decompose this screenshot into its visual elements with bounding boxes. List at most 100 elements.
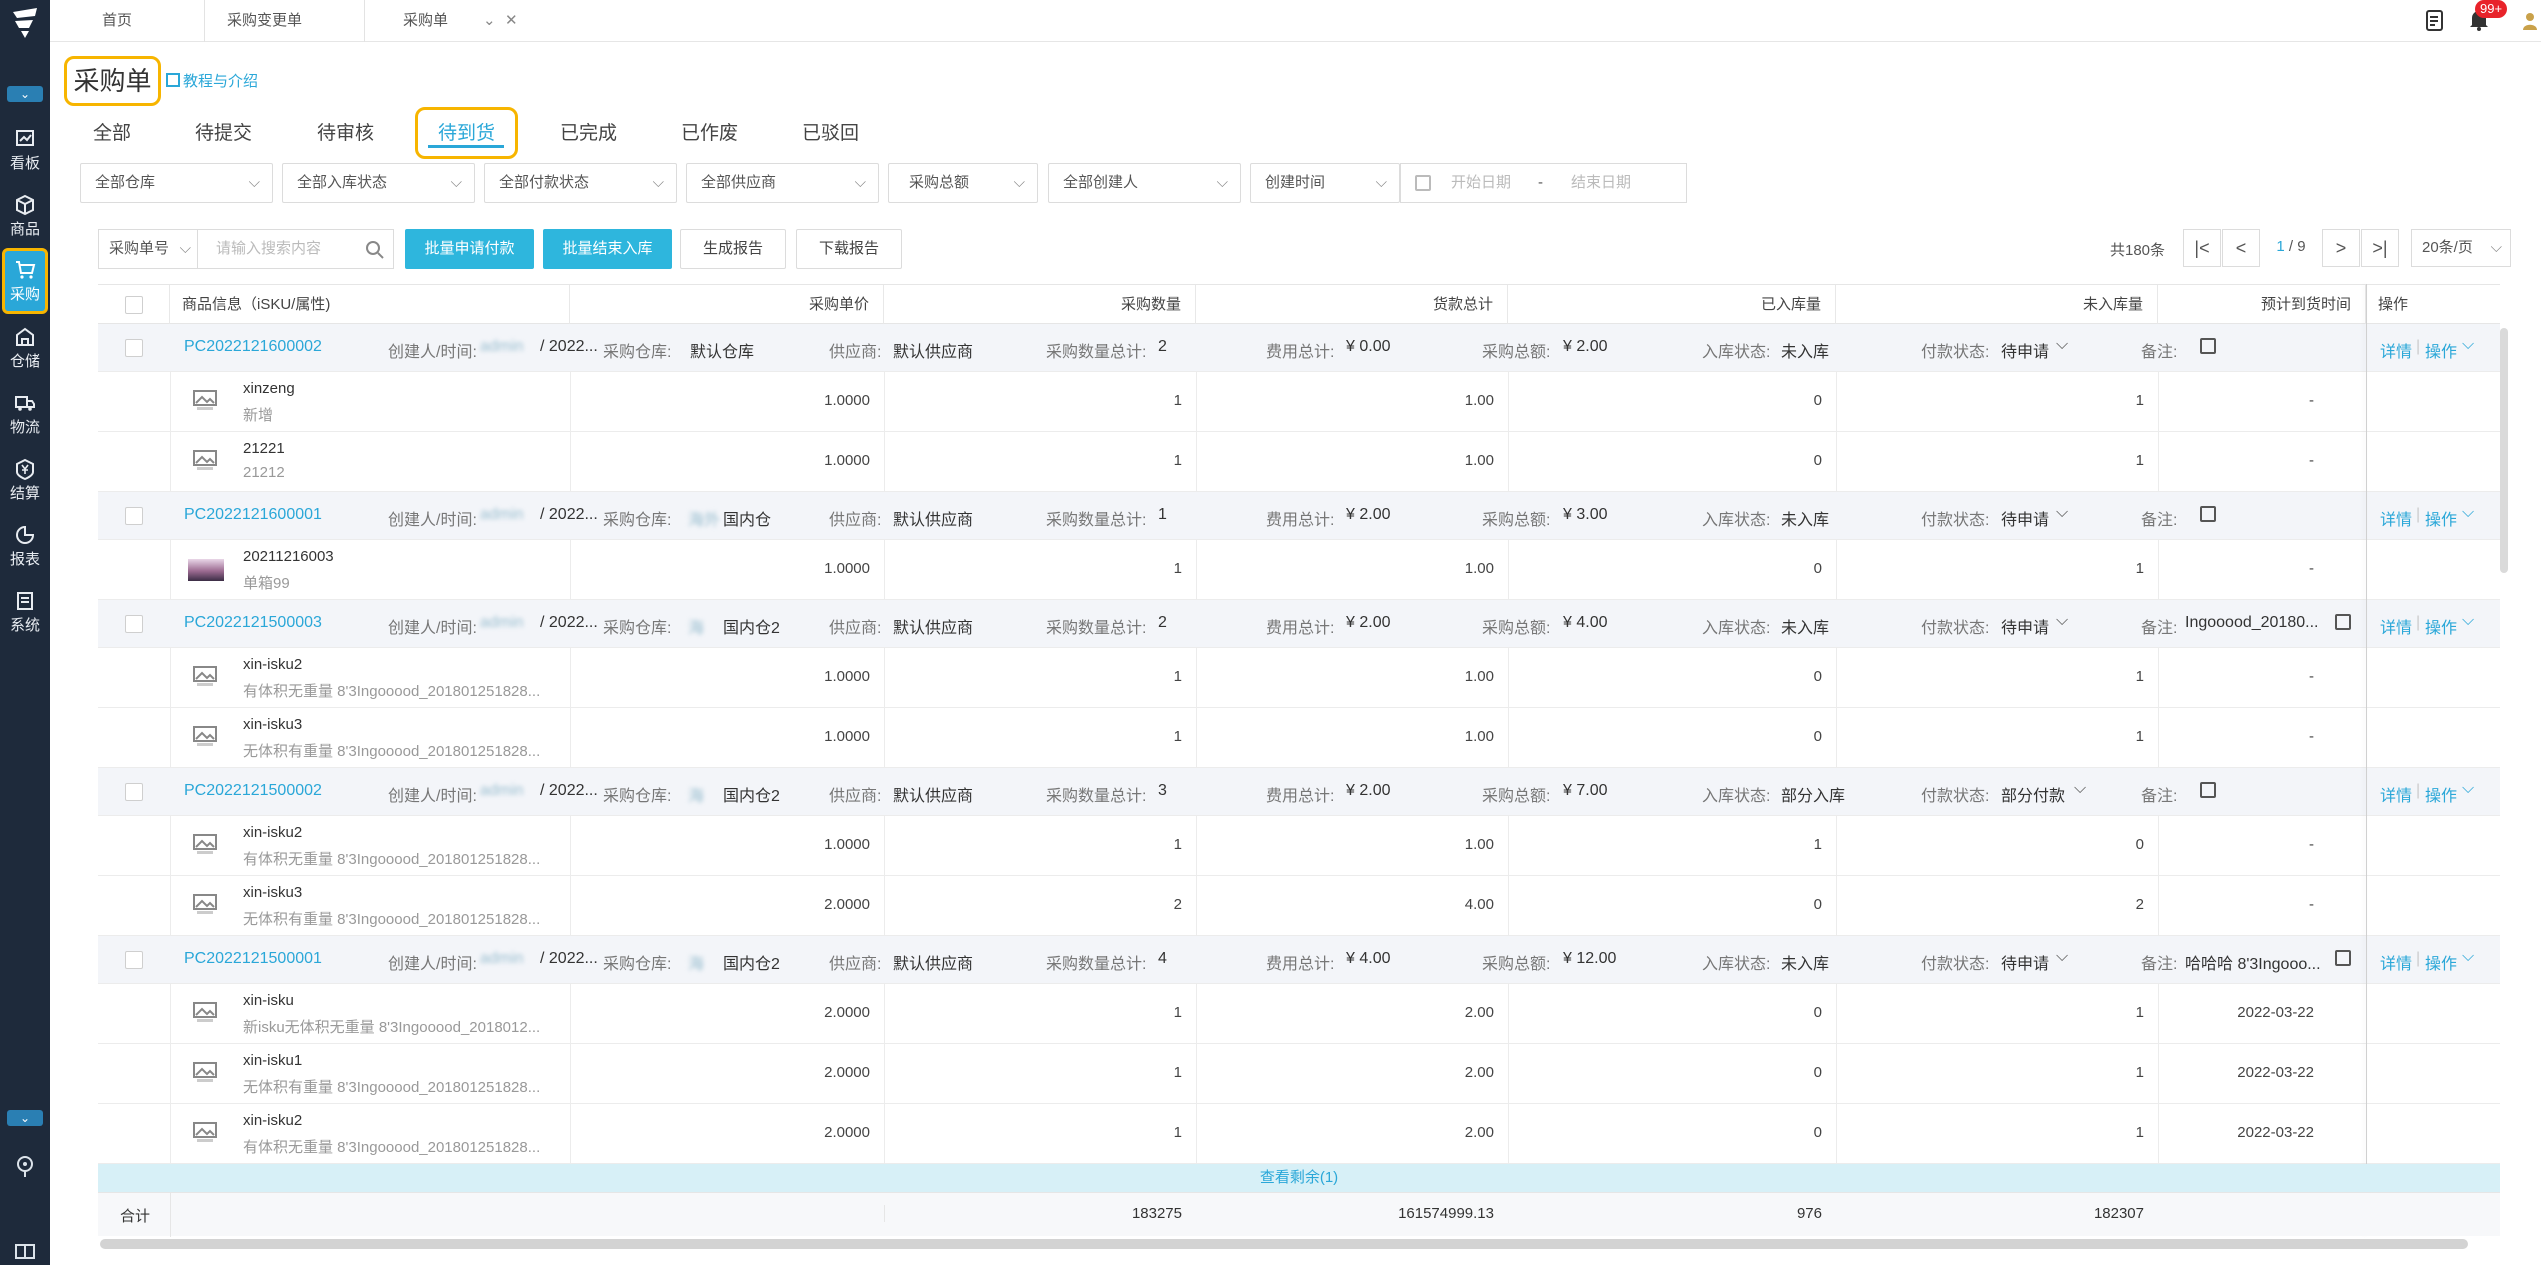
- creator-filter[interactable]: 全部创建人 ⌵: [1048, 163, 1241, 203]
- cell-price: 1.0000: [824, 836, 870, 853]
- edit-remark-icon[interactable]: [2200, 506, 2216, 522]
- tab-purchase-order[interactable]: 采购单 ⌄ ✕: [365, 0, 525, 42]
- search-placeholder: 请输入搜索内容: [216, 240, 322, 257]
- order-checkbox[interactable]: [125, 339, 143, 357]
- batch-finish-inbound-button[interactable]: 批量结束入库: [543, 229, 672, 269]
- payment-status-select[interactable]: 待申请: [2001, 614, 2049, 638]
- operate-menu[interactable]: 操作: [2425, 950, 2457, 974]
- tab-to-review[interactable]: 待审核: [317, 118, 374, 145]
- operate-menu[interactable]: 操作: [2425, 506, 2457, 530]
- order-checkbox[interactable]: [125, 783, 143, 801]
- detail-link[interactable]: 详情: [2380, 782, 2412, 806]
- detail-link[interactable]: 详情: [2380, 338, 2412, 362]
- payment-status-filter[interactable]: 全部付款状态 ⌵: [484, 163, 677, 203]
- vertical-scrollbar[interactable]: [2500, 328, 2508, 573]
- inbound-status-filter[interactable]: 全部入库状态 ⌵: [282, 163, 475, 203]
- edit-remark-icon[interactable]: [2200, 782, 2216, 798]
- fee-total-label: 费用总计:: [1266, 956, 1335, 973]
- chevron-down-icon: ⌵: [2056, 612, 2069, 629]
- last-page-button[interactable]: >|: [2361, 229, 2399, 267]
- order-checkbox[interactable]: [125, 951, 143, 969]
- operate-menu[interactable]: 操作: [2425, 614, 2457, 638]
- tab-completed[interactable]: 已完成: [560, 118, 617, 145]
- detail-link[interactable]: 详情: [2380, 950, 2412, 974]
- search-input[interactable]: 请输入搜索内容: [198, 229, 394, 269]
- order-checkbox[interactable]: [125, 615, 143, 633]
- detail-link[interactable]: 详情: [2380, 506, 2412, 530]
- tab-rejected[interactable]: 已驳回: [802, 118, 859, 145]
- collapse-down-button[interactable]: ⌄: [7, 1110, 43, 1126]
- end-date-input[interactable]: 结束日期: [1571, 164, 1631, 202]
- current-page-input[interactable]: 1: [2276, 238, 2284, 255]
- generate-report-button[interactable]: 生成报告: [680, 229, 786, 269]
- app-logo-icon[interactable]: [9, 6, 41, 40]
- sidebar-item-products[interactable]: 商品: [0, 186, 50, 248]
- batch-pay-button[interactable]: 批量申请付款: [405, 229, 534, 269]
- edit-remark-icon[interactable]: [2335, 950, 2351, 966]
- sidebar-item-logistics[interactable]: 物流: [0, 384, 50, 446]
- close-icon[interactable]: ✕: [505, 0, 518, 42]
- next-page-button[interactable]: >: [2322, 229, 2360, 267]
- download-report-button[interactable]: 下载报告: [796, 229, 902, 269]
- sidebar-item-warehouse[interactable]: 仓储: [0, 318, 50, 380]
- supplier-filter[interactable]: 全部供应商 ⌵: [686, 163, 879, 203]
- order-number-link: PC2022121500003: [184, 614, 322, 631]
- select-all-checkbox[interactable]: [125, 296, 143, 314]
- warehouse-name: 国内仓: [723, 512, 772, 529]
- tab-voided[interactable]: 已作废: [681, 118, 738, 145]
- order-number-link: PC2022121600001: [184, 506, 322, 523]
- task-list-icon[interactable]: [2424, 9, 2446, 33]
- date-range-picker[interactable]: 开始日期 - 结束日期: [1400, 163, 1687, 203]
- search-icon[interactable]: [365, 240, 385, 260]
- sidebar-item-reports[interactable]: 报表: [0, 516, 50, 578]
- page-size-select[interactable]: 20条/页 ⌵: [2411, 229, 2511, 267]
- tab-purchase-change[interactable]: 采购变更单: [205, 0, 365, 42]
- view-more-link[interactable]: 查看剩余(1): [98, 1164, 2500, 1192]
- payment-status-select[interactable]: 部分付款: [2001, 782, 2065, 806]
- tab-awaiting-arrival[interactable]: 待到货: [438, 118, 495, 145]
- payment-status-select[interactable]: 待申请: [2001, 506, 2049, 530]
- horizontal-scrollbar[interactable]: [100, 1239, 2468, 1249]
- warehouse-blurred: 海: [688, 620, 705, 637]
- product-name: 20211216003: [243, 548, 334, 565]
- search-field-select[interactable]: 采购单号 ⌵: [98, 229, 198, 269]
- prev-page-button[interactable]: <: [2222, 229, 2260, 267]
- tutorial-link[interactable]: 教程与介绍: [166, 70, 258, 91]
- collapse-up-button[interactable]: ⌄: [7, 86, 43, 102]
- filter-value: 全部入库状态: [297, 174, 388, 191]
- supplier-name: 默认供应商: [893, 620, 974, 637]
- tab-all[interactable]: 全部: [93, 118, 131, 145]
- chevron-down-icon: ⌵: [854, 174, 866, 191]
- tab-home[interactable]: 首页: [50, 0, 205, 42]
- created-time-select[interactable]: 创建时间 ⌵: [1250, 163, 1400, 203]
- cell-eta: 2022-03-22: [2237, 1064, 2314, 1081]
- edit-remark-icon[interactable]: [2335, 614, 2351, 630]
- edit-remark-icon[interactable]: [2200, 338, 2216, 354]
- gift-icon[interactable]: [13, 1236, 37, 1260]
- chevron-down-icon[interactable]: ⌄: [483, 0, 496, 42]
- warehouse-filter[interactable]: 全部仓库 ⌵: [80, 163, 273, 203]
- payment-status-select[interactable]: 待申请: [2001, 338, 2049, 362]
- order-checkbox[interactable]: [125, 507, 143, 525]
- tab-to-submit[interactable]: 待提交: [195, 118, 252, 145]
- payment-status-select[interactable]: 待申请: [2001, 950, 2049, 974]
- purchase-total-filter[interactable]: 采购总额 ⌵: [888, 163, 1038, 203]
- sidebar-item-settlement[interactable]: 结算: [0, 450, 50, 512]
- detail-link[interactable]: 详情: [2380, 614, 2412, 638]
- table-row: xin-isku2 有体积无重量 8'3Ingooood_201801251828…: [98, 648, 2500, 708]
- supplier-name: 默认供应商: [893, 512, 974, 529]
- user-avatar-icon[interactable]: [2520, 10, 2540, 32]
- sidebar-item-purchase[interactable]: 采购: [2, 248, 48, 314]
- operate-menu[interactable]: 操作: [2425, 782, 2457, 806]
- remark-label: 备注:: [2141, 788, 2178, 805]
- location-pin-icon[interactable]: [13, 1154, 37, 1178]
- operate-menu[interactable]: 操作: [2425, 338, 2457, 362]
- cell-price: 1.0000: [824, 560, 870, 577]
- first-page-button[interactable]: |<: [2183, 229, 2221, 267]
- cell-received: 0: [1813, 1124, 1822, 1141]
- purchase-total-value: ¥ 12.00: [1563, 950, 1617, 967]
- start-date-input[interactable]: 开始日期: [1451, 164, 1511, 202]
- sidebar-item-dashboard[interactable]: 看板: [0, 120, 50, 182]
- totals-pending: 182307: [2093, 1205, 2144, 1222]
- sidebar-item-system[interactable]: 系统: [0, 582, 50, 644]
